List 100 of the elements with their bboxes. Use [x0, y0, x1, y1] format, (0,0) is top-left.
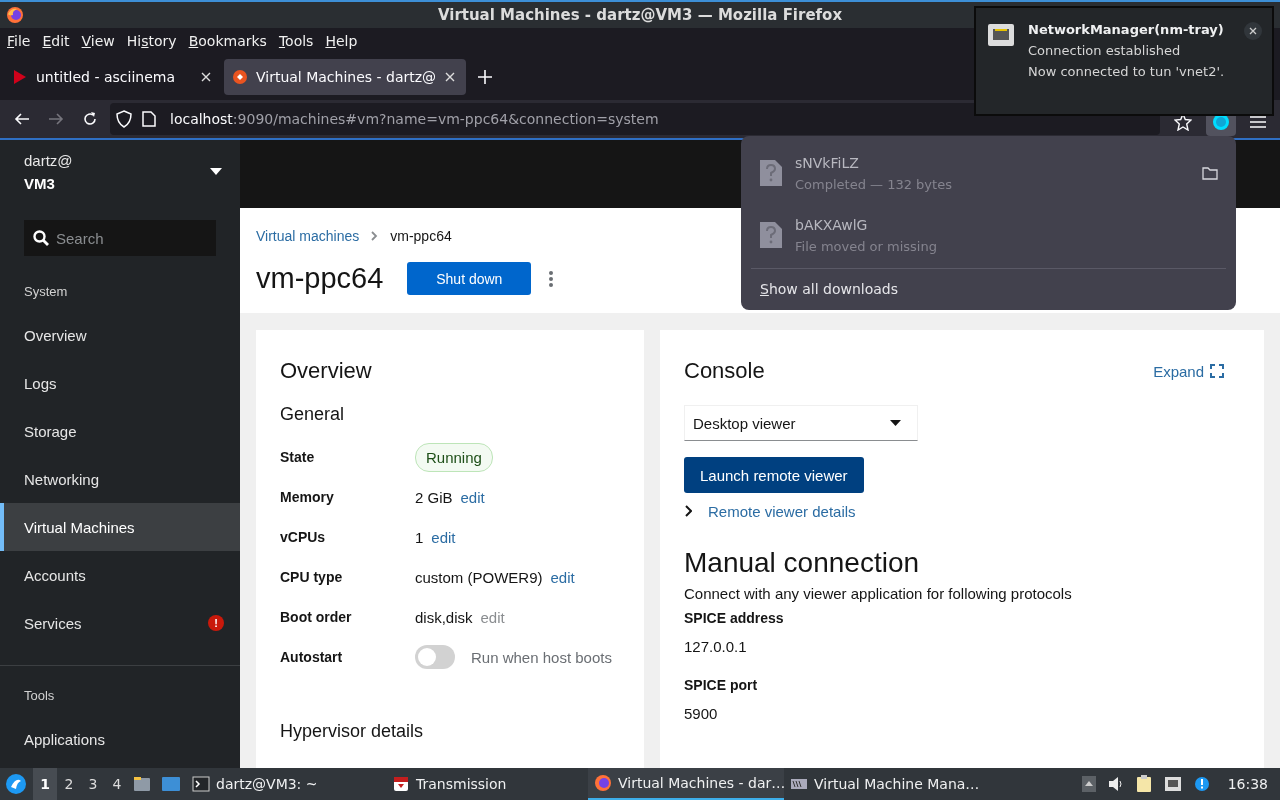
search-field[interactable]: Search — [24, 220, 216, 256]
window-icon[interactable] — [161, 776, 181, 792]
field-label: State — [280, 449, 316, 465]
file-name: bAKXAwlG — [795, 216, 869, 233]
site-icon — [232, 69, 248, 85]
status-badge: Running — [415, 442, 493, 472]
back-icon[interactable] — [14, 111, 30, 127]
shield-icon[interactable] — [116, 110, 132, 128]
close-icon[interactable] — [444, 71, 457, 83]
toggle-switch[interactable] — [415, 645, 455, 669]
details-toggle[interactable]: Remote viewer details — [708, 502, 856, 520]
field-value: 1 — [415, 528, 424, 546]
network-icon[interactable] — [1163, 776, 1182, 792]
reload-icon[interactable] — [82, 111, 98, 127]
workspace-button[interactable]: 2 — [57, 768, 81, 800]
field-value: 5900 — [684, 705, 719, 722]
menu-item[interactable]: Edit — [36, 33, 76, 49]
menu-item[interactable]: History — [120, 33, 183, 49]
notification-icon[interactable] — [1193, 776, 1210, 792]
file-icon — [759, 159, 783, 187]
workspace-button[interactable]: 4 — [105, 768, 129, 800]
nav-label: Services — [24, 614, 82, 632]
clock: 16:38 — [1227, 776, 1268, 792]
nav-item[interactable]: Virtual Machines — [0, 503, 240, 551]
workspace-button[interactable]: 1 — [33, 768, 57, 800]
taskbar-task[interactable]: Transmission — [386, 768, 584, 800]
field-label: Autostart — [280, 649, 344, 665]
page-icon — [142, 111, 156, 127]
edit-link[interactable]: edit — [460, 488, 485, 506]
firefox-logo-icon — [6, 6, 24, 24]
close-icon[interactable] — [1244, 22, 1262, 40]
nav-item[interactable]: Networking — [0, 455, 240, 503]
firefox-icon — [594, 774, 612, 792]
shut-down-button[interactable]: Shut down — [407, 262, 532, 295]
section-heading: Manual connection — [684, 547, 921, 579]
field-value: custom (POWER9) — [415, 568, 543, 586]
window-title: Virtual Machines - dartz@VM3 — Mozilla Firefox — [437, 6, 843, 24]
alert-badge: ! — [208, 615, 224, 631]
page-title: vm-ppc64 — [256, 262, 384, 295]
browser-tab[interactable]: Virtual Machines - dartz@ — [224, 59, 467, 95]
field-label: Memory — [280, 489, 335, 505]
expand-caret-icon[interactable] — [684, 505, 692, 517]
file-name: sNVkFiLZ — [795, 154, 860, 171]
download-status: Completed — 132 bytes — [795, 176, 953, 192]
section-label: System — [23, 283, 69, 301]
nav-item[interactable]: Accounts — [0, 551, 240, 599]
workspace-button[interactable]: 3 — [81, 768, 105, 800]
close-icon[interactable] — [200, 71, 212, 83]
notification-text: Connection established — [1028, 43, 1182, 58]
terminal-icon — [192, 775, 210, 793]
menu-item[interactable]: Tools — [272, 33, 320, 49]
nav-item[interactable]: Services ! — [0, 599, 240, 647]
expand-link[interactable]: Expand — [1153, 362, 1224, 380]
folder-icon[interactable] — [133, 776, 151, 792]
edit-link: edit — [480, 608, 505, 626]
download-item[interactable]: sNVkFiLZ Completed — 132 bytes — [749, 144, 1228, 202]
speaker-icon[interactable] — [1107, 776, 1124, 792]
launch-button[interactable]: Launch remote viewer — [684, 457, 864, 493]
download-status: File moved or missing — [795, 238, 938, 254]
field-value: 2 GiB — [415, 488, 453, 506]
field-label: SPICE address — [684, 610, 785, 626]
section-heading: Hypervisor details — [280, 721, 425, 742]
nav-item[interactable]: Storage — [0, 407, 240, 455]
download-item[interactable]: bAKXAwlG File moved or missing — [749, 206, 1228, 264]
nav-item[interactable]: Logs — [0, 359, 240, 407]
breadcrumb-link[interactable]: Virtual machines — [256, 228, 360, 244]
menu-item[interactable]: File — [1, 33, 37, 49]
folder-icon[interactable] — [1202, 166, 1218, 180]
file-icon — [759, 221, 783, 249]
browser-tab[interactable]: untitled - asciinema — [4, 59, 220, 95]
menu-icon[interactable] — [1250, 115, 1266, 129]
field-label: SPICE port — [684, 677, 759, 693]
section-heading: General — [280, 404, 346, 425]
transmission-icon — [392, 775, 410, 793]
show-all-downloads-link[interactable]: Show all downloads — [749, 269, 910, 309]
kebab-icon[interactable] — [549, 270, 554, 287]
menu-item[interactable]: Bookmarks — [182, 33, 273, 49]
viewer-dropdown[interactable]: Desktop viewer — [684, 405, 918, 441]
start-menu-icon[interactable] — [5, 773, 27, 795]
caret-icon — [890, 419, 901, 427]
host-name[interactable]: VM3 — [24, 175, 73, 192]
new-tab-icon[interactable] — [478, 70, 493, 84]
star-icon[interactable] — [1174, 113, 1192, 131]
taskbar-task[interactable]: Virtual Machines - dar… — [588, 768, 784, 800]
chevron-icon — [371, 231, 379, 241]
field-label: vCPUs — [280, 529, 327, 545]
field-label: Boot order — [280, 609, 353, 625]
edit-link[interactable]: edit — [431, 528, 456, 546]
edit-link[interactable]: edit — [550, 568, 575, 586]
taskbar-task[interactable]: Virtual Machine Mana… — [784, 768, 984, 800]
notification-text: Now connected to tun 'vnet2'. — [1028, 64, 1226, 79]
menu-item[interactable]: Help — [319, 33, 364, 49]
expand-icon — [1210, 364, 1224, 378]
caret-icon[interactable] — [210, 168, 222, 176]
forward-icon[interactable] — [48, 111, 64, 127]
menu-item[interactable]: View — [75, 33, 121, 49]
clipboard-icon[interactable] — [1135, 775, 1152, 793]
nav-item[interactable]: Overview — [0, 311, 240, 359]
taskbar-task[interactable]: dartz@VM3: ~ — [186, 768, 386, 800]
nav-item[interactable]: Applications — [0, 715, 240, 763]
